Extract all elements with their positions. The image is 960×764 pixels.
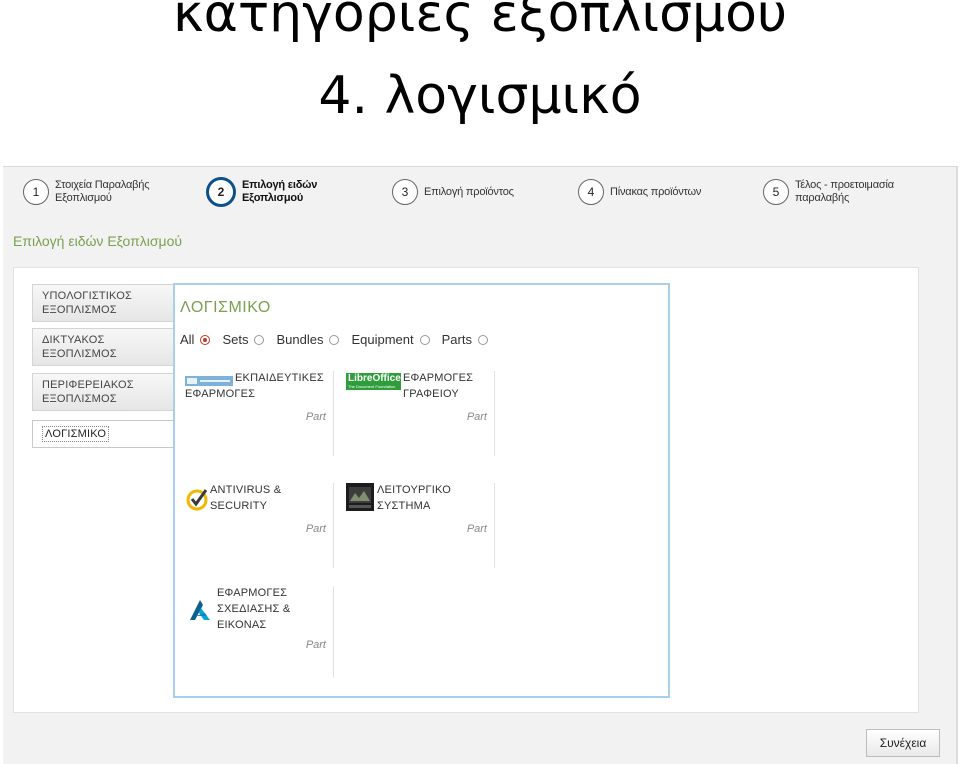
step-label: Πίνακας προϊόντων — [610, 186, 701, 199]
product-name-line2: ΣΧΕΔΙΑΣΗΣ & — [217, 603, 291, 615]
product-type-tag: Part — [305, 523, 326, 535]
step-number-circle: 2 — [206, 177, 236, 207]
wizard-step-4[interactable]: 4 Πίνακας προϊόντων — [578, 179, 701, 205]
radio-checked[interactable] — [200, 334, 211, 345]
category-label-line2: ΕΞΟΠΛΙΣΜΟΣ — [42, 393, 117, 405]
step-number-circle: 3 — [392, 179, 418, 205]
section-title: Επιλογή ειδών Εξοπλισμού — [13, 233, 183, 249]
operating-system-icon — [346, 483, 374, 516]
product-card-antivirus[interactable]: ANTIVIRUS & SECURITY Part — [185, 483, 334, 568]
continue-button[interactable]: Συνέχεια — [866, 729, 940, 757]
selection-panel: ΥΠΟΛΟΓΙΣΤΙΚΟΣ ΕΞΟΠΛΙΣΜΟΣ ΔΙΚΤΥΑΚΟΣ ΕΞΟΠΛ… — [13, 267, 919, 713]
product-name: ΕΦΑΡΜΟΓΕΣ — [217, 587, 288, 599]
step-label: Τέλος - προετοιμασία παραλαβής — [795, 179, 894, 205]
wizard-step-5[interactable]: 5 Τέλος - προετοιμασία παραλαβής — [763, 179, 894, 205]
filter-label: All — [180, 332, 195, 347]
step-label-line1: Τέλος - προετοιμασία — [795, 179, 894, 191]
category-label-line2: ΕΞΟΠΛΙΣΜΟΣ — [42, 348, 117, 360]
slide-title-line1: κατηγορίες εξοπλισμού — [172, 0, 788, 44]
product-card-os[interactable]: ΛΕΙΤΟΥΡΓΙΚΟ ΣΥΣΤΗΜΑ Part — [346, 483, 495, 568]
filter-sets[interactable]: Sets — [222, 332, 265, 347]
category-tab-network[interactable]: ΔΙΚΤΥΑΚΟΣ ΕΞΟΠΛΙΣΜΟΣ — [32, 328, 174, 366]
category-tab-software[interactable]: ΛΟΓΙΣΜΙΚΟ — [32, 420, 178, 448]
product-name-line2: ΕΦΑΡΜΟΓΕΣ — [185, 388, 256, 400]
filter-label: Parts — [441, 332, 472, 347]
step-label-line2: παραλαβής — [795, 192, 850, 204]
category-label-line1: ΔΙΚΤΥΑΚΟΣ — [42, 334, 105, 346]
step-label: Επιλογή προϊόντος — [424, 186, 514, 199]
step-number-circle: 4 — [578, 179, 604, 205]
category-tab-computing[interactable]: ΥΠΟΛΟΓΙΣΤΙΚΟΣ ΕΞΟΠΛΙΣΜΟΣ — [32, 284, 174, 322]
product-type-tag: Part — [305, 411, 326, 423]
filter-radio-group: All Sets Bundles Equipment Parts — [180, 332, 500, 347]
product-name-line3: ΕΙΚΟΝΑΣ — [217, 619, 267, 631]
app-window: 1 Στοιχεία Παραλαβής Εξοπλισμού 2 Επιλογ… — [3, 166, 958, 764]
step-label-line2: Εξοπλισμού — [55, 192, 112, 204]
step-label-line1: Επιλογή ειδών — [242, 179, 318, 191]
step-label-line2: Εξοπλισμού — [242, 192, 304, 204]
slide-title-line2: 4. λογισμικό — [318, 66, 642, 126]
category-label: ΛΟΓΙΣΜΙΚΟ — [42, 426, 110, 442]
libreoffice-logo: LibreOffice The Document Foundation — [346, 373, 401, 390]
step-label: Στοιχεία Παραλαβής Εξοπλισμού — [55, 179, 150, 205]
filter-parts[interactable]: Parts — [442, 332, 488, 347]
radio-unchecked[interactable] — [254, 334, 265, 345]
step-label-line1: Επιλογή προϊόντος — [424, 185, 514, 198]
product-name: ΕΚΠΑΙΔΕΥΤΙΚΕΣ — [235, 372, 324, 384]
radio-unchecked[interactable] — [477, 334, 488, 345]
step-label-line1: Πίνακας προϊόντων — [610, 185, 702, 198]
radio-unchecked[interactable] — [329, 334, 340, 345]
product-name: ΕΦΑΡΜΟΓΕΣ — [403, 372, 474, 384]
design-software-logo — [188, 599, 212, 626]
category-tab-peripheral[interactable]: ΠΕΡΙΦΕΡΕΙΑΚΟΣ ΕΞΟΠΛΙΣΜΟΣ — [32, 373, 174, 411]
window-edge — [956, 167, 958, 764]
product-card-educational[interactable]: ΕΚΠΑΙΔΕΥΤΙΚΕΣ ΕΦΑΡΜΟΓΕΣ Part — [185, 371, 334, 456]
category-label-line1: ΥΠΟΛΟΓΙΣΤΙΚΟΣ — [42, 290, 132, 302]
product-type-tag: Part — [466, 411, 487, 423]
wizard-step-3[interactable]: 3 Επιλογή προϊόντος — [392, 179, 514, 205]
step-label: Επιλογή ειδών Εξοπλισμού — [242, 179, 317, 205]
product-card-office[interactable]: LibreOffice The Document Foundation ΕΦΑΡ… — [346, 371, 495, 456]
step-number-circle: 1 — [23, 179, 49, 205]
product-name-line2: SECURITY — [210, 500, 268, 512]
product-card-design[interactable]: ΕΦΑΡΜΟΓΕΣ ΣΧΕΔΙΑΣΗΣ & ΕΙΚΟΝΑΣ Part — [185, 586, 334, 678]
filter-equipment[interactable]: Equipment — [351, 332, 430, 347]
step-number-circle: 5 — [763, 179, 789, 205]
wizard-step-1[interactable]: 1 Στοιχεία Παραλαβής Εξοπλισμού — [23, 179, 150, 205]
product-name-line2: ΓΡΑΦΕΙΟΥ — [403, 388, 459, 400]
content-title: ΛΟΓΙΣΜΙΚΟ — [180, 299, 271, 316]
software-content-area: ΛΟΓΙΣΜΙΚΟ All Sets Bundles Equipment Par… — [173, 283, 670, 698]
product-name: ANTIVIRUS & — [210, 484, 282, 496]
product-type-tag: Part — [305, 639, 326, 651]
radio-unchecked[interactable] — [419, 334, 430, 345]
filter-label: Bundles — [276, 332, 324, 347]
category-label-line1: ΠΕΡΙΦΕΡΕΙΑΚΟΣ — [42, 379, 134, 391]
filter-label: Equipment — [351, 332, 414, 347]
antivirus-check-icon — [186, 487, 208, 516]
product-type-tag: Part — [466, 523, 487, 535]
wizard-step-2[interactable]: 2 Επιλογή ειδών Εξοπλισμού — [206, 177, 317, 207]
category-label-line2: ΕΞΟΠΛΙΣΜΟΣ — [42, 304, 117, 316]
product-name: ΛΕΙΤΟΥΡΓΙΚΟ — [377, 484, 452, 496]
step-label-line1: Στοιχεία Παραλαβής — [55, 179, 150, 191]
product-name-line2: ΣΥΣΤΗΜΑ — [377, 500, 431, 512]
filter-bundles[interactable]: Bundles — [276, 332, 340, 347]
filter-all[interactable]: All — [180, 332, 211, 347]
filter-label: Sets — [222, 332, 249, 347]
